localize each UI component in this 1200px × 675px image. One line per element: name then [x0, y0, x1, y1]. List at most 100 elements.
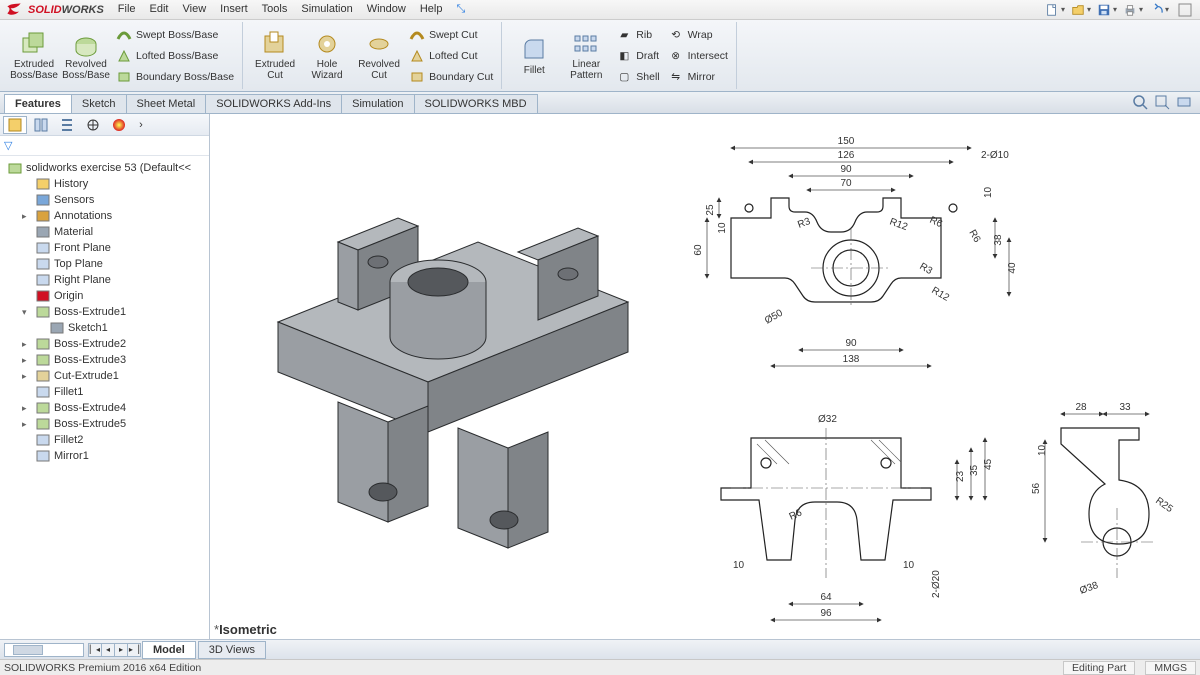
model-isometric-view	[218, 122, 648, 567]
svg-text:64: 64	[820, 592, 832, 603]
svg-text:90: 90	[840, 164, 852, 175]
extruded-cut-button[interactable]: Extruded Cut	[251, 30, 299, 81]
menu-file[interactable]: File	[112, 1, 142, 18]
quick-access-toolbar	[1044, 1, 1196, 19]
open-doc-icon[interactable]	[1070, 1, 1092, 19]
tree-item[interactable]: Material	[2, 224, 207, 240]
wrap-button[interactable]: ⟲Wrap	[666, 26, 730, 44]
shell-button[interactable]: ▢Shell	[614, 68, 661, 86]
svg-text:Ø38: Ø38	[1078, 580, 1100, 597]
fm-tab-property-icon[interactable]	[29, 116, 53, 134]
print-icon[interactable]	[1122, 1, 1144, 19]
tab-addins[interactable]: SOLIDWORKS Add-Ins	[205, 94, 342, 113]
rib-button[interactable]: ▰Rib	[614, 26, 661, 44]
svg-text:38: 38	[993, 234, 1004, 246]
menu-pin-icon[interactable]: ⤡	[450, 1, 471, 18]
boundary-cut-button[interactable]: Boundary Cut	[407, 68, 495, 86]
tree-item[interactable]: Mirror1	[2, 448, 207, 464]
feature-filter[interactable]: ▽	[0, 136, 209, 156]
svg-text:33: 33	[1119, 402, 1131, 413]
status-mode: Editing Part	[1063, 661, 1135, 675]
tree-item[interactable]: Sensors	[2, 192, 207, 208]
boundary-boss-button[interactable]: Boundary Boss/Base	[114, 68, 236, 86]
undo-icon[interactable]	[1148, 1, 1170, 19]
revolved-boss-button[interactable]: Revolved Boss/Base	[62, 30, 110, 81]
graphics-area[interactable]: 150 126 90 70 90 138 60	[210, 114, 1200, 639]
svg-text:96: 96	[820, 608, 832, 619]
extruded-boss-button[interactable]: Extruded Boss/Base	[10, 30, 58, 81]
tab-mbd[interactable]: SOLIDWORKS MBD	[414, 94, 538, 113]
swept-cut-button[interactable]: Swept Cut	[407, 26, 495, 44]
command-manager-tabs: Features Sketch Sheet Metal SOLIDWORKS A…	[0, 92, 1200, 114]
zoom-to-fit-icon[interactable]	[1132, 94, 1148, 113]
tab-features[interactable]: Features	[4, 94, 72, 113]
fm-tab-dimxpert-icon[interactable]	[81, 116, 105, 134]
svg-text:R6: R6	[788, 507, 805, 523]
tree-root[interactable]: solidworks exercise 53 (Default<<	[2, 160, 207, 176]
new-doc-icon[interactable]	[1044, 1, 1066, 19]
tree-item[interactable]: ▸Boss-Extrude4	[2, 400, 207, 416]
tree-item[interactable]: Sketch1	[2, 320, 207, 336]
svg-text:R3: R3	[796, 216, 812, 231]
menu-tools[interactable]: Tools	[256, 1, 294, 18]
tree-item[interactable]: Origin	[2, 288, 207, 304]
zoom-area-icon[interactable]	[1154, 94, 1170, 113]
view-tab-3dviews[interactable]: 3D Views	[198, 641, 266, 659]
svg-text:40: 40	[1007, 262, 1018, 274]
svg-text:2-Ø10: 2-Ø10	[981, 150, 1009, 161]
tree-item[interactable]: ▸Boss-Extrude2	[2, 336, 207, 352]
display-style-icon[interactable]	[1176, 94, 1192, 113]
title-bar: SOLIDWORKS File Edit View Insert Tools S…	[0, 0, 1200, 20]
tree-item[interactable]: ▸Annotations	[2, 208, 207, 224]
tree-item[interactable]: Right Plane	[2, 272, 207, 288]
rebuild-icon[interactable]	[1174, 1, 1196, 19]
menu-window[interactable]: Window	[361, 1, 412, 18]
draft-button[interactable]: ◧Draft	[614, 47, 661, 65]
menu-help[interactable]: Help	[414, 1, 449, 18]
feature-tree[interactable]: solidworks exercise 53 (Default<< Histor…	[0, 156, 209, 639]
app-logo: SOLIDWORKS	[4, 0, 104, 20]
view-tab-model[interactable]: Model	[142, 641, 196, 659]
fm-tab-tree-icon[interactable]	[3, 116, 27, 134]
intersect-button[interactable]: ⊗Intersect	[666, 47, 730, 65]
menu-view[interactable]: View	[177, 1, 213, 18]
revolved-cut-button[interactable]: Revolved Cut	[355, 30, 403, 81]
fillet-button[interactable]: Fillet	[510, 36, 558, 76]
svg-text:R25: R25	[1153, 495, 1175, 515]
status-units[interactable]: MMGS	[1145, 661, 1196, 675]
tree-item[interactable]: Top Plane	[2, 256, 207, 272]
lofted-boss-button[interactable]: Lofted Boss/Base	[114, 47, 236, 65]
tree-item[interactable]: ▾Boss-Extrude1	[2, 304, 207, 320]
swept-boss-button[interactable]: Swept Boss/Base	[114, 26, 236, 44]
svg-text:R6: R6	[966, 228, 982, 245]
menu-insert[interactable]: Insert	[214, 1, 254, 18]
tree-item[interactable]: ▸Boss-Extrude5	[2, 416, 207, 432]
linear-pattern-button[interactable]: Linear Pattern	[562, 30, 610, 81]
tree-item[interactable]: Fillet2	[2, 432, 207, 448]
menu-simulation[interactable]: Simulation	[295, 1, 358, 18]
tab-sheetmetal[interactable]: Sheet Metal	[126, 94, 207, 113]
svg-text:10: 10	[1037, 444, 1048, 456]
tab-simulation[interactable]: Simulation	[341, 94, 414, 113]
tree-item[interactable]: Front Plane	[2, 240, 207, 256]
tree-item[interactable]: ▸Cut-Extrude1	[2, 368, 207, 384]
view-tab-bar: ▏◂◂▸▸▕ Model 3D Views	[0, 639, 1200, 659]
mirror-button[interactable]: ⇋Mirror	[666, 68, 730, 86]
horizontal-scrollbar[interactable]	[4, 643, 84, 657]
tab-nav-buttons[interactable]: ▏◂◂▸▸▕	[88, 643, 140, 657]
lofted-cut-button[interactable]: Lofted Cut	[407, 47, 495, 65]
svg-text:23: 23	[955, 470, 966, 482]
drawing-views: 150 126 90 70 90 138 60	[651, 118, 1196, 638]
svg-text:R12: R12	[888, 216, 909, 233]
save-icon[interactable]	[1096, 1, 1118, 19]
tab-sketch[interactable]: Sketch	[71, 94, 127, 113]
fm-tab-config-icon[interactable]	[55, 116, 79, 134]
tree-item[interactable]: History	[2, 176, 207, 192]
menu-edit[interactable]: Edit	[144, 1, 175, 18]
tree-item[interactable]: Fillet1	[2, 384, 207, 400]
fm-tab-more-icon[interactable]: ›	[133, 116, 149, 134]
hole-wizard-button[interactable]: Hole Wizard	[303, 30, 351, 81]
fm-tab-display-icon[interactable]	[107, 116, 131, 134]
tree-item[interactable]: ▸Boss-Extrude3	[2, 352, 207, 368]
svg-text:70: 70	[840, 178, 852, 189]
